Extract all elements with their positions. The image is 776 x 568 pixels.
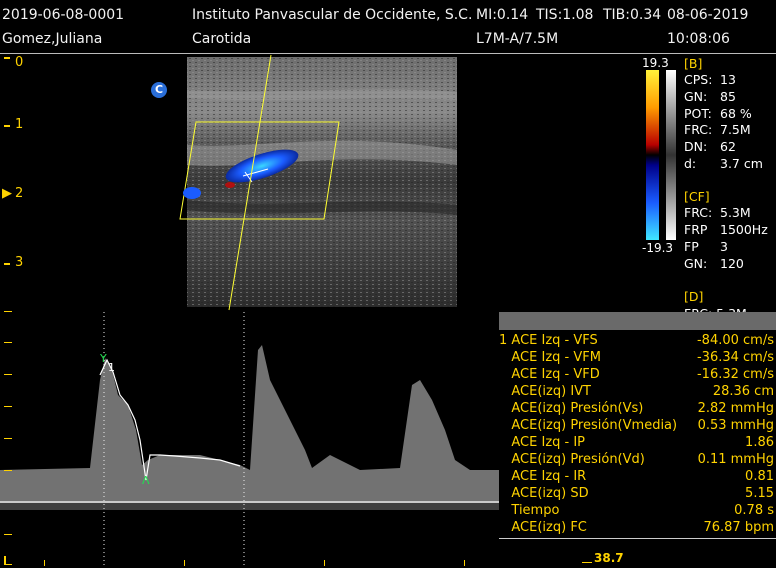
measurement-row[interactable]: ACE Izq - IP 1.86 [499, 434, 776, 451]
study-name: Carotida [192, 31, 252, 47]
b-mode-header: [B] [684, 56, 703, 71]
focus-marker-icon[interactable]: ▶ [2, 187, 12, 201]
color-mode-badge: C [151, 82, 167, 98]
patient-name: Gomez,Juliana [2, 31, 103, 47]
cf-mode-header: [CF] [684, 189, 710, 204]
depth-label-0: 0 [15, 55, 24, 70]
measurement-header-bar [499, 312, 776, 330]
measurement-divider [499, 538, 776, 539]
param-dynamic-range: DN: 62 [684, 139, 736, 154]
mechanical-index: MI:0.14 [476, 7, 529, 23]
depth-tick [4, 125, 10, 127]
caliper-index: 1 [108, 361, 115, 374]
param-cps: CPS: 13 [684, 72, 736, 87]
depth-label-3: 3 [15, 255, 24, 270]
caliper-peak-icon[interactable]: Y [100, 352, 107, 365]
depth-tick [4, 263, 10, 265]
exam-time: 10:08:06 [667, 31, 730, 47]
depth-tick [4, 57, 10, 59]
param-cf-frequency: FRC: 5.3M [684, 205, 751, 220]
param-cf-prf: FRP 1500Hz [684, 222, 768, 237]
gray-scale-bar [666, 70, 676, 240]
measurement-row[interactable]: ACE(izq) Presión(Vd) 0.11 mmHg [499, 451, 776, 468]
measurement-row[interactable]: ACE(izq) Presión(Vmedia) 0.53 mmHg [499, 417, 776, 434]
measurement-row[interactable]: ACE(izq) FC 76.87 bpm [499, 519, 776, 536]
header-divider [0, 53, 776, 54]
param-gain: GN: 85 [684, 89, 736, 104]
velocity-scale-value: 38.7 [594, 551, 624, 565]
measurement-row[interactable]: ACE Izq - VFD -16.32 cm/s [499, 366, 776, 383]
measurement-row[interactable]: ACE(izq) IVT 28.36 cm [499, 383, 776, 400]
thermal-index-soft: TIS:1.08 [536, 7, 594, 23]
institute-name: Instituto Panvascular de Occidente, S.C. [192, 7, 473, 23]
param-depth: d: 3.7 cm [684, 156, 763, 171]
measurement-row[interactable]: Tiempo 0.78 s [499, 502, 776, 519]
color-scale-bottom: -19.3 [642, 241, 674, 255]
param-cf-wall-filter: FP 3 [684, 239, 728, 254]
caliper-end-icon[interactable]: Λ [142, 474, 150, 487]
spectral-doppler [0, 345, 499, 510]
depth-label-1: 1 [15, 117, 24, 132]
param-frequency: FRC: 7.5M [684, 122, 751, 137]
velocity-axis-ticks [4, 311, 12, 565]
measurement-row[interactable]: ACE(izq) SD 5.15 [499, 485, 776, 502]
color-scale-bar [646, 70, 659, 240]
d-mode-header: [D] [684, 289, 704, 304]
probe-name: L7M-A/7.5M [476, 31, 559, 47]
measurement-row[interactable]: ACE Izq - IR 0.81 [499, 468, 776, 485]
thermal-index-bone: TIB:0.34 [603, 7, 662, 23]
exam-date: 08-06-2019 [667, 7, 749, 23]
exam-id: 2019-06-08-0001 [2, 7, 125, 23]
measurement-row[interactable]: ACE Izq - VFM -36.34 cm/s [499, 349, 776, 366]
measurement-row[interactable]: 1 ACE Izq - VFS -84.00 cm/s [499, 332, 776, 349]
param-cf-gain: GN: 120 [684, 256, 744, 271]
depth-label-2: 2 [15, 186, 24, 201]
time-axis-ticks [44, 560, 592, 566]
param-power: POT: 68 % [684, 106, 752, 121]
measurement-row[interactable]: ACE(izq) Presión(Vs) 2.82 mmHg [499, 400, 776, 417]
color-scale-top: 19.3 [642, 56, 669, 70]
